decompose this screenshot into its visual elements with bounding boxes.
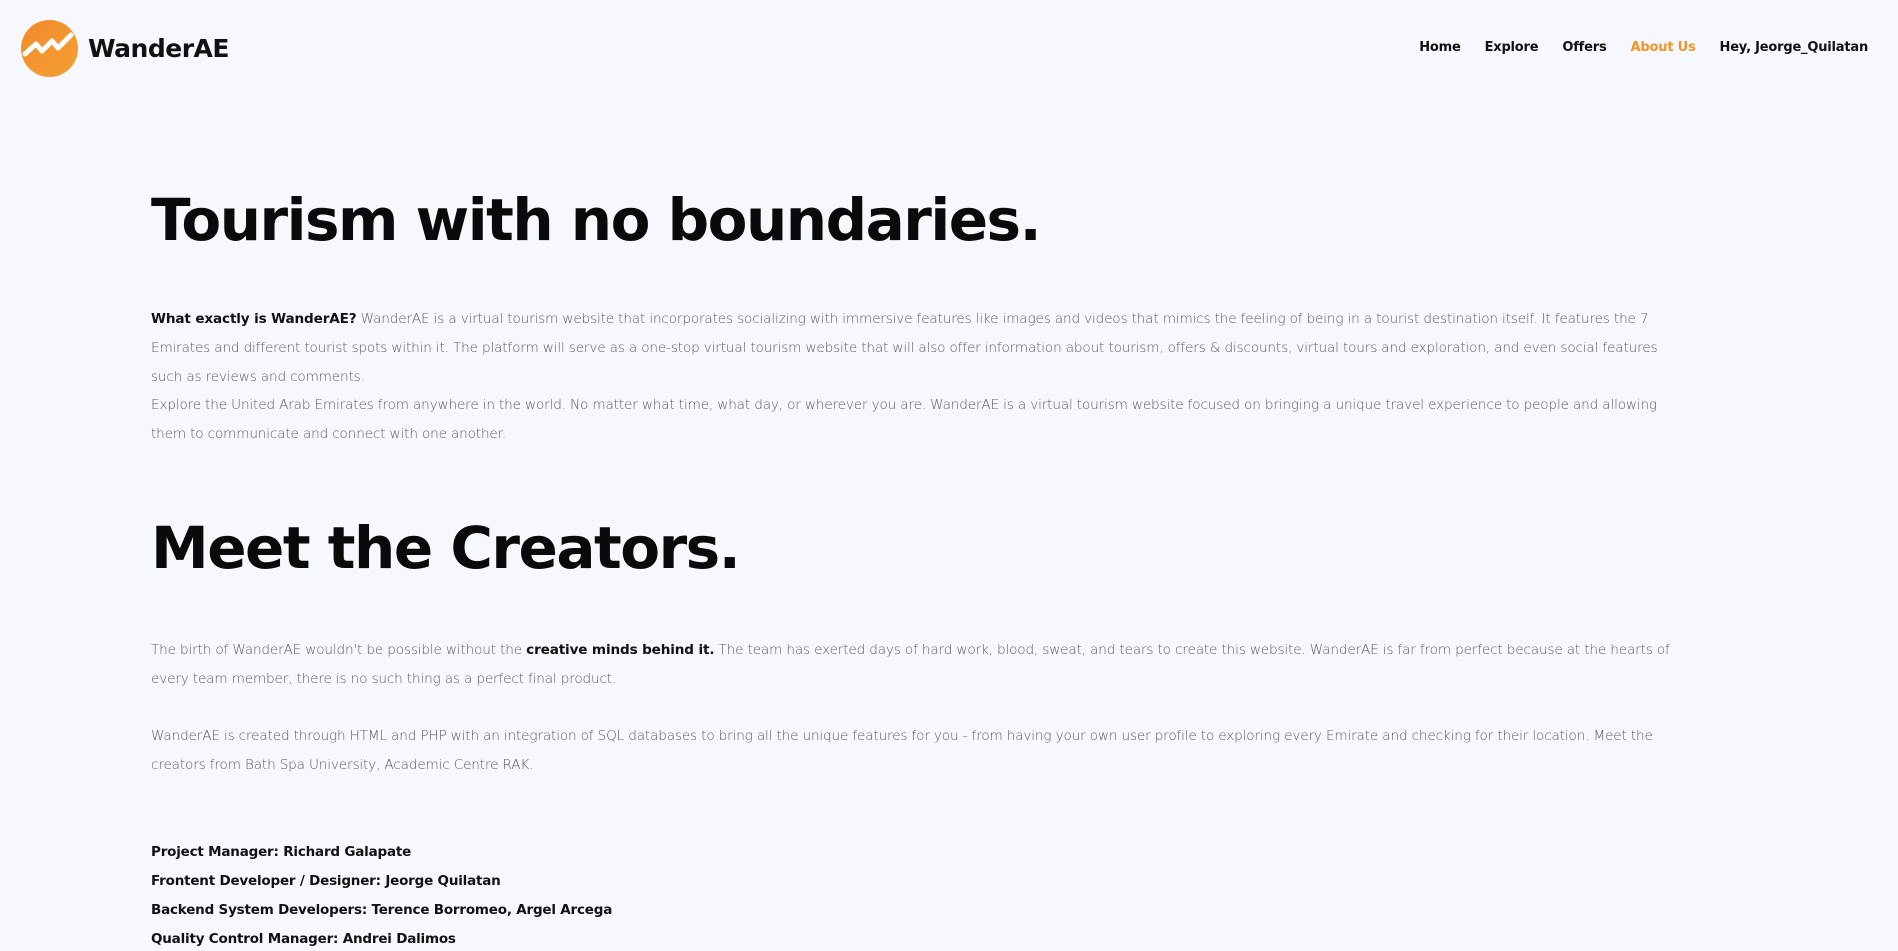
about-heading: Tourism with no boundaries. <box>151 186 1042 254</box>
creators-highlight: creative minds behind it. <box>526 642 715 658</box>
credit-frontend-developer: Frontent Developer / Designer: Jeorge Qu… <box>151 873 501 889</box>
nav-user-greeting[interactable]: Hey, Jeorge_Quilatan <box>1720 40 1869 55</box>
wave-arrow-logo-icon <box>21 20 78 77</box>
nav-explore[interactable]: Explore <box>1485 40 1539 55</box>
site-header: WanderAE Home Explore Offers About Us He… <box>0 0 1898 100</box>
brand-name: WanderAE <box>88 34 229 63</box>
about-page: WanderAE Home Explore Offers About Us He… <box>0 0 1898 951</box>
creators-heading: Meet the Creators. <box>151 514 741 582</box>
team-credits: Project Manager: Richard Galapate Fronte… <box>151 838 612 951</box>
about-lead: What exactly is WanderAE? <box>151 311 357 327</box>
credit-project-manager: Project Manager: Richard Galapate <box>151 844 412 860</box>
credit-quality-control: Quality Control Manager: Andrei Dalimos <box>151 931 456 947</box>
nav-offers[interactable]: Offers <box>1562 40 1606 55</box>
about-body: WanderAE is a virtual tourism website th… <box>151 311 1658 385</box>
about-paragraph-2: Explore the United Arab Emirates from an… <box>151 397 1657 442</box>
creators-paragraph-1: The birth of WanderAE wouldn't be possib… <box>151 636 1691 694</box>
creators-intro: The birth of WanderAE wouldn't be possib… <box>151 642 527 658</box>
creators-paragraph-2: WanderAE is created through HTML and PHP… <box>151 728 1653 773</box>
nav-about-us[interactable]: About Us <box>1631 40 1696 55</box>
credit-backend-developers: Backend System Developers: Terence Borro… <box>151 902 613 918</box>
main-nav: Home Explore Offers About Us Hey, Jeorge… <box>1419 40 1868 55</box>
brand-logo-link[interactable]: WanderAE <box>21 20 229 77</box>
about-paragraph-1: What exactly is WanderAE? WanderAE is a … <box>151 305 1691 392</box>
nav-home[interactable]: Home <box>1419 40 1461 55</box>
